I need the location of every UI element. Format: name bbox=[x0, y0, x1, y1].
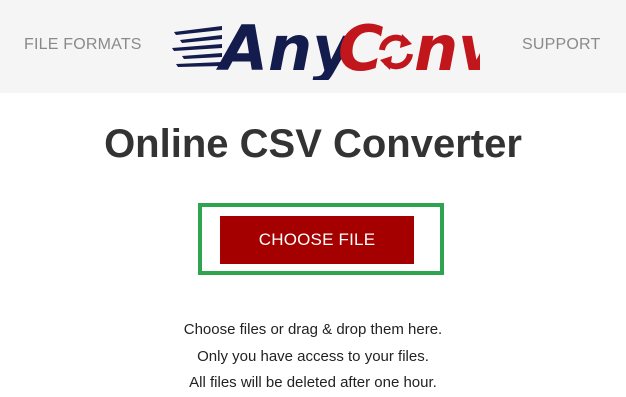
logo-text-c: C bbox=[338, 12, 384, 80]
nav-file-formats[interactable]: FILE FORMATS bbox=[24, 36, 142, 54]
info-line-3: All files will be deleted after one hour… bbox=[189, 374, 437, 391]
choose-file-button[interactable]: CHOOSE FILE bbox=[220, 216, 414, 264]
logo-text-nv: nv bbox=[414, 12, 480, 80]
site-header: FILE FORMATS Any C nv bbox=[0, 0, 626, 93]
page-title: Online CSV Converter bbox=[104, 122, 522, 166]
info-line-1: Choose files or drag & drop them here. bbox=[183, 321, 443, 338]
logo-text-any: Any bbox=[215, 12, 355, 80]
convert-arrows-icon bbox=[379, 34, 413, 70]
anyconv-logo[interactable]: Any C nv bbox=[170, 8, 480, 80]
info-text: Choose files or drag & drop them here. O… bbox=[0, 317, 626, 397]
speed-lines-icon bbox=[172, 26, 222, 67]
info-line-2: Only you have access to your files. bbox=[197, 347, 429, 365]
nav-support[interactable]: SUPPORT bbox=[522, 36, 600, 54]
